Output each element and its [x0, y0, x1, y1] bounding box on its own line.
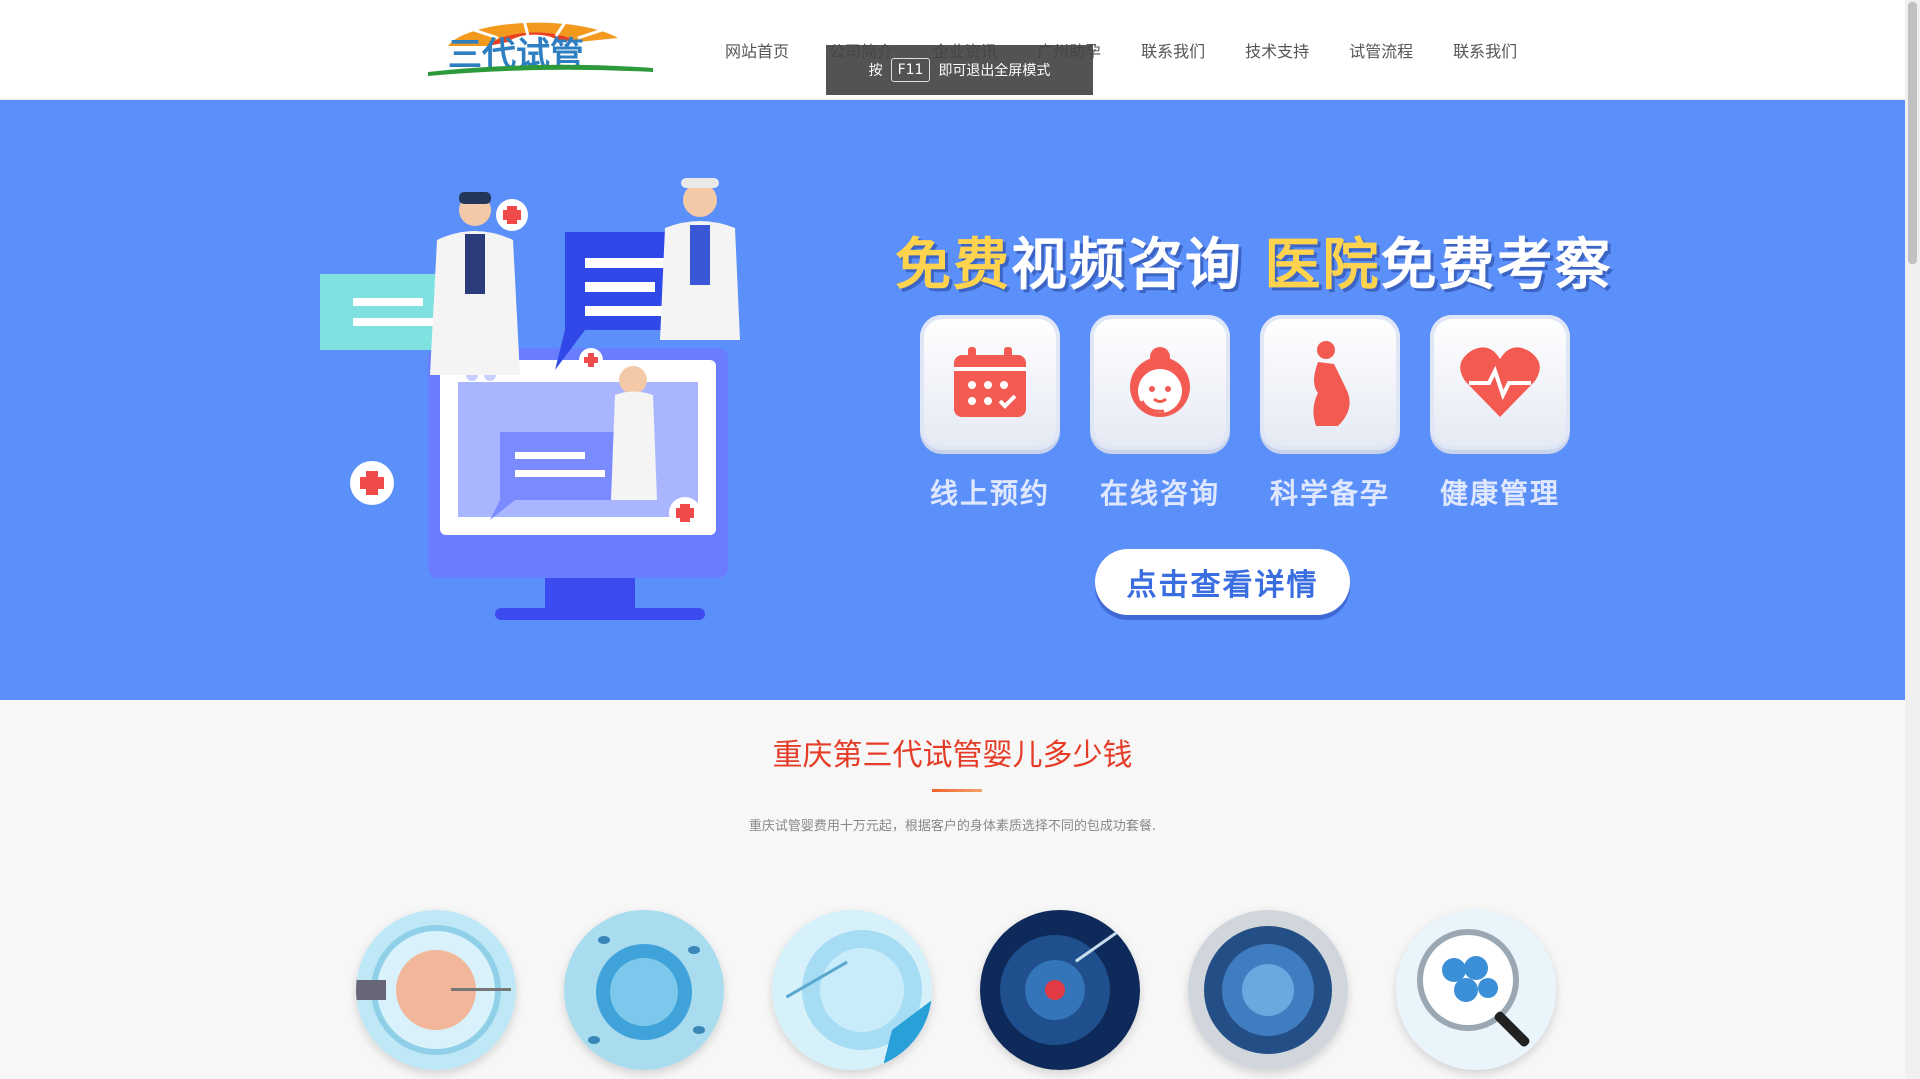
service-tile [1260, 315, 1400, 450]
gallery-image-sperm-egg[interactable] [564, 910, 724, 1070]
microinjection-icon [980, 910, 1140, 1070]
service-health-management[interactable]: 健康管理 [1430, 315, 1570, 512]
gallery-image-magnified-cells[interactable] [1396, 910, 1556, 1070]
nav-home[interactable]: 网站首页 [725, 38, 789, 62]
view-details-button[interactable]: 点击查看详情 [1095, 549, 1350, 615]
section-description: 重庆试管婴费用十万元起，根据客户的身体素质选择不同的包成功套餐. [748, 819, 1157, 834]
gallery-image-microinjection[interactable] [980, 910, 1140, 1070]
section-divider [932, 789, 982, 792]
gallery-image-frozen-egg[interactable] [1188, 910, 1348, 1070]
nav-ivf-process[interactable]: 试管流程 [1349, 38, 1413, 62]
nav-contact[interactable]: 联系我们 [1141, 38, 1205, 62]
cell-icon [772, 910, 932, 1070]
service-list: 线上预约 在线咨询 科学备孕 健康管理 [920, 315, 1570, 512]
service-tile [920, 315, 1060, 450]
doctor-consult-illustration [320, 178, 740, 620]
fullscreen-toast: 按 F11 即可退出全屏模式 [826, 45, 1093, 95]
ivf-image-gallery [356, 910, 1556, 1070]
headline-part4: 免费考察 [1380, 233, 1613, 298]
page: 三代试管 网站首页 公司简介 企业资讯 广州助孕 联系我们 技术支持 试管流程 … [0, 0, 1920, 1079]
gallery-image-cell[interactable] [772, 910, 932, 1070]
toast-key: F11 [890, 58, 931, 82]
magnifier-icon [1396, 910, 1556, 1070]
scrollbar-thumb[interactable] [1908, 2, 1917, 264]
nav-contact-2[interactable]: 联系我们 [1453, 38, 1517, 62]
service-online-consult[interactable]: 在线咨询 [1090, 315, 1230, 512]
service-tile [1090, 315, 1230, 450]
service-label: 健康管理 [1439, 477, 1560, 510]
pregnant-woman-icon [1313, 340, 1350, 426]
nav-tech-support[interactable]: 技术支持 [1245, 38, 1309, 62]
service-pregnancy-prep[interactable]: 科学备孕 [1260, 315, 1400, 512]
gallery-image-embryo[interactable] [356, 910, 516, 1070]
service-label: 科学备孕 [1269, 477, 1390, 510]
service-label: 线上预约 [929, 477, 1050, 510]
heart-pulse-icon [1460, 346, 1540, 417]
headline-part1: 免费 [895, 233, 1011, 298]
service-online-booking[interactable]: 线上预约 [920, 315, 1060, 512]
hero-banner: 免费视频咨询 医院免费考察 线上预约 在线咨询 科学备孕 健康管理 点击查看详情 [0, 100, 1905, 700]
page-scrollbar[interactable] [1905, 0, 1920, 1079]
frozen-egg-icon [1188, 910, 1348, 1070]
site-logo[interactable]: 三代试管 [428, 8, 653, 80]
section-title: 重庆第三代试管婴儿多少钱 [772, 738, 1133, 773]
support-agent-icon [1130, 346, 1190, 417]
sperm-egg-icon [564, 910, 724, 1070]
headline-part2: 视频咨询 [1011, 233, 1243, 298]
service-label: 在线咨询 [1099, 477, 1220, 510]
service-tile [1430, 315, 1570, 450]
headline-part3: 医院 [1264, 233, 1381, 298]
embryo-icon [356, 910, 516, 1070]
calendar-icon [954, 346, 1026, 417]
toast-prefix: 按 [868, 63, 883, 79]
banner-headline: 免费视频咨询 医院免费考察 [895, 220, 1613, 301]
toast-suffix: 即可退出全屏模式 [938, 63, 1051, 79]
